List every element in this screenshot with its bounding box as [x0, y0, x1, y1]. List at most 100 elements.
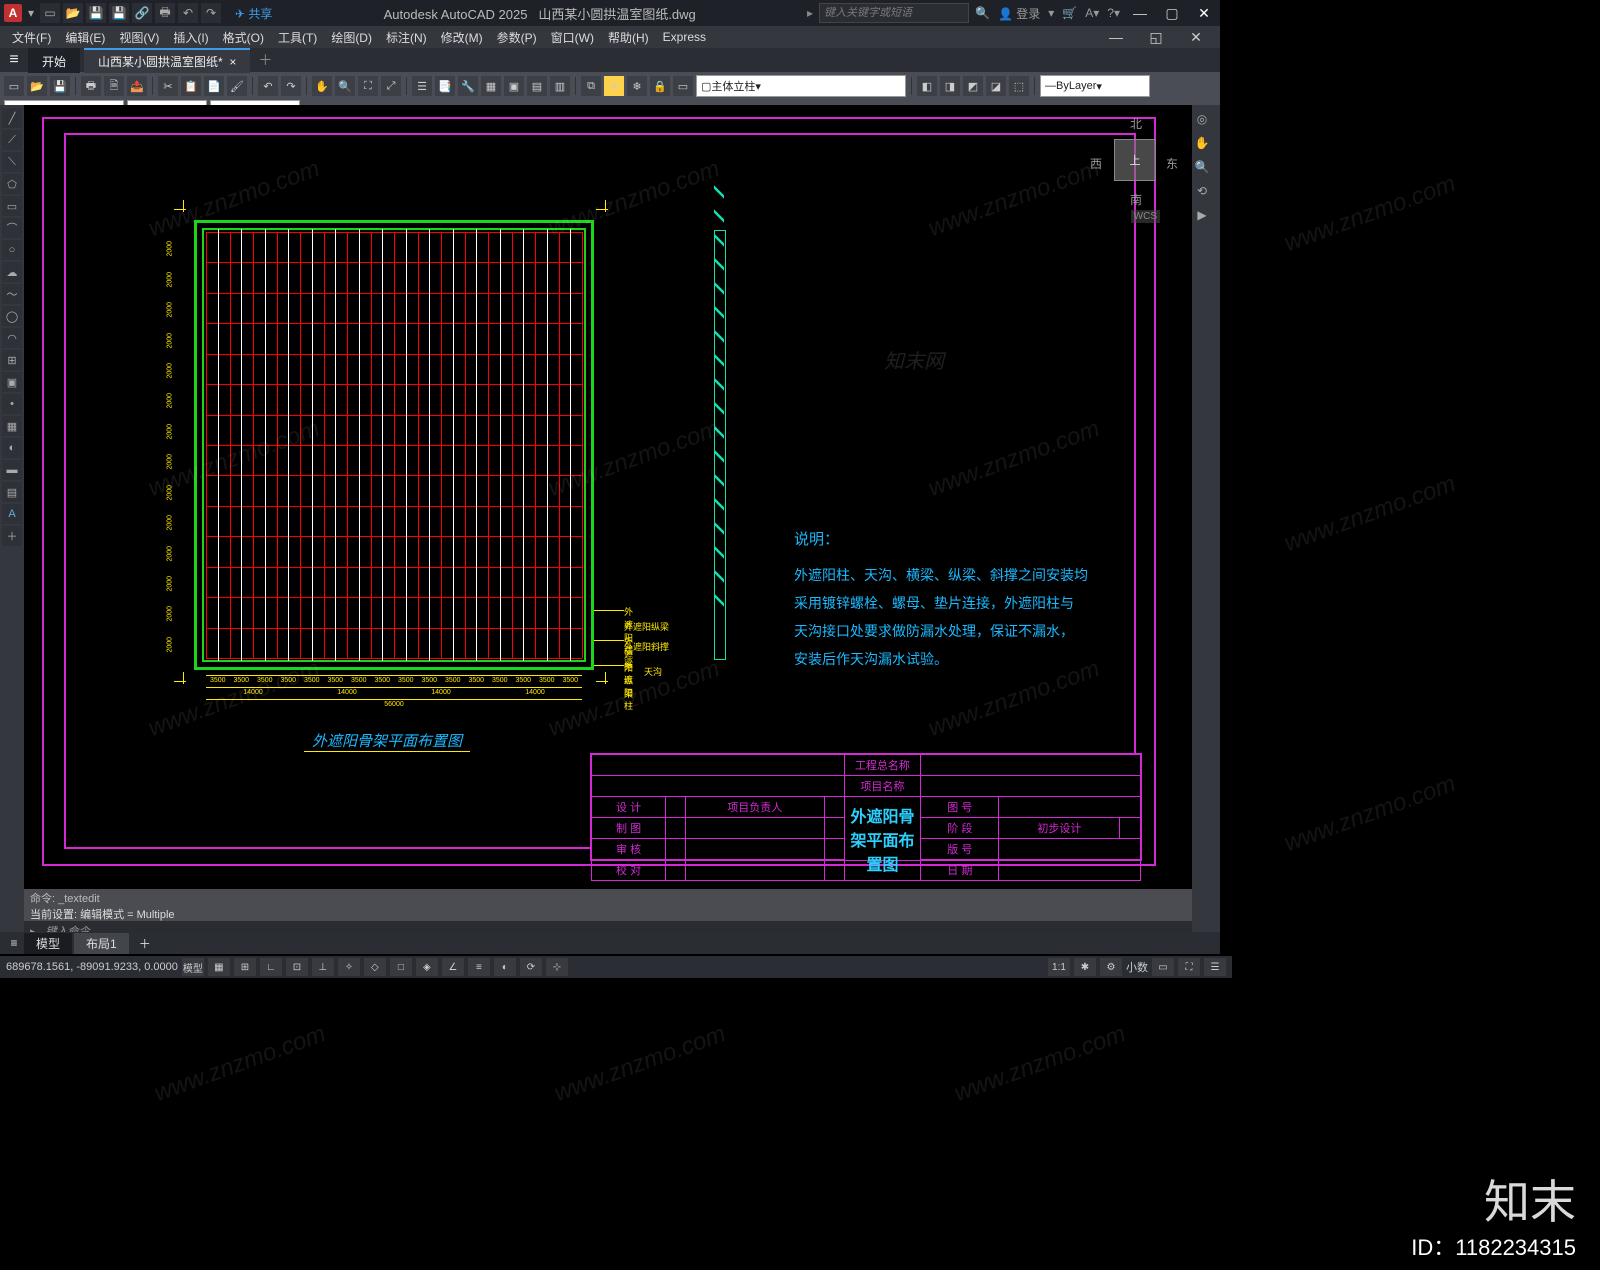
sb-units[interactable]: 小数 [1126, 959, 1148, 975]
rb-save-icon[interactable]: 💾 [50, 76, 70, 96]
rb-layeriso-icon[interactable]: ◧ [917, 76, 937, 96]
sb-model-button[interactable]: 模型 [182, 958, 204, 976]
sb-anno-icon[interactable]: ✱ [1074, 958, 1096, 976]
open-icon[interactable]: 📂 [63, 3, 83, 23]
search-icon[interactable]: 🔍 [975, 6, 990, 20]
hatch-icon[interactable]: ▦ [2, 416, 22, 436]
sb-iso-icon[interactable]: ◇ [364, 958, 386, 976]
cart-icon[interactable]: 🛒 [1062, 6, 1077, 20]
sb-gear-icon[interactable]: ⚙ [1100, 958, 1122, 976]
addsel-icon[interactable]: ＋ [2, 526, 22, 546]
share-button[interactable]: ✈ 共享 [235, 5, 272, 22]
rb-open-icon[interactable]: 📂 [27, 76, 47, 96]
mtext-icon[interactable]: A [2, 504, 22, 524]
rb-undo2-icon[interactable]: ↶ [258, 76, 278, 96]
rb-block-icon[interactable]: ▣ [504, 76, 524, 96]
sb-ortho-icon[interactable]: ⊥ [312, 958, 334, 976]
showmotion-icon[interactable]: ▶ [1192, 205, 1212, 225]
rb-preview-icon[interactable]: 🗎 [104, 76, 124, 96]
sb-infer-icon[interactable]: ∟ [260, 958, 282, 976]
point-icon[interactable]: • [2, 394, 22, 414]
rectangle-icon[interactable]: ▭ [2, 196, 22, 216]
menu-params[interactable]: 参数(P) [491, 27, 543, 48]
drawing-canvas[interactable]: 北 南 东 西 上 WCS 20002000200020002000200020… [24, 105, 1192, 889]
sb-scale-icon[interactable]: 1:1 [1048, 958, 1070, 976]
menu-window[interactable]: 窗口(W) [545, 27, 600, 48]
revcloud-icon[interactable]: ☁ [2, 262, 22, 282]
pline-icon[interactable]: ⟍ [2, 152, 22, 172]
viewcube-top[interactable]: 上 [1115, 140, 1155, 180]
xline-icon[interactable]: ⟋ [2, 130, 22, 150]
sb-ucs-icon[interactable]: ⊹ [546, 958, 568, 976]
rb-tool-icon[interactable]: 🔧 [458, 76, 478, 96]
saveas-icon[interactable]: 💾 [109, 3, 129, 23]
undo-icon[interactable]: ↶ [178, 3, 198, 23]
rb-calc-icon[interactable]: ▦ [481, 76, 501, 96]
rb-layerfrz-icon[interactable]: ◨ [940, 76, 960, 96]
plot-icon[interactable]: 🖶 [155, 3, 175, 23]
rb-aec-icon[interactable]: ▤ [527, 76, 547, 96]
rb-layeron-icon[interactable]: ◪ [986, 76, 1006, 96]
command-window[interactable]: 命令: _textedit 当前设置: 编辑模式 = Multiple 选择注释… [24, 889, 1192, 932]
sb-lwt-icon[interactable]: ≡ [468, 958, 490, 976]
circle-icon[interactable]: ○ [2, 240, 22, 260]
close-button[interactable]: ✕ [1192, 3, 1216, 23]
orbit-icon[interactable]: ⟲ [1192, 181, 1212, 201]
viewcube-south[interactable]: 南 [1130, 191, 1142, 208]
menu-file[interactable]: 文件(F) [6, 27, 57, 48]
viewcube-north[interactable]: 北 [1130, 115, 1142, 132]
layout-model[interactable]: 模型 [24, 933, 72, 954]
rb-layermatch-icon[interactable]: ⬚ [1009, 76, 1029, 96]
help-icon[interactable]: ?▾ [1107, 6, 1120, 20]
wheel-icon[interactable]: ◎ [1192, 109, 1212, 129]
maximize-button[interactable]: ▢ [1160, 3, 1184, 23]
minimize-button[interactable]: — [1128, 3, 1152, 23]
rb-layeroff-icon[interactable]: ◩ [963, 76, 983, 96]
rb-redo2-icon[interactable]: ↷ [281, 76, 301, 96]
rb-publish-icon[interactable]: 📤 [127, 76, 147, 96]
sb-custom-icon[interactable]: ☰ [1204, 958, 1226, 976]
sb-clean-icon[interactable]: ⛶ [1178, 958, 1200, 976]
layout-menu-icon[interactable]: ≡ [4, 936, 24, 950]
help-search-input[interactable]: 键入关键字或短语 [819, 3, 969, 23]
rb-match-icon[interactable]: 🖌 [227, 76, 247, 96]
rb-sun-icon[interactable]: ☀ [604, 76, 624, 96]
ellipse-icon[interactable]: ◯ [2, 306, 22, 326]
tab-add-button[interactable]: ＋ [250, 50, 280, 70]
weblink-icon[interactable]: 🔗 [132, 3, 152, 23]
tab-start[interactable]: 开始 [28, 48, 80, 73]
viewcube-west[interactable]: 西 [1090, 155, 1102, 172]
doctab-menu-icon[interactable]: ≡ [4, 51, 24, 69]
new-icon[interactable]: ▭ [40, 3, 60, 23]
zoom-tool-icon[interactable]: 🔍 [1192, 157, 1212, 177]
layout-add-button[interactable]: ＋ [131, 935, 159, 952]
polygon-icon[interactable]: ⬠ [2, 174, 22, 194]
sb-cycle-icon[interactable]: ⟳ [520, 958, 542, 976]
ext-icon[interactable]: ▾ [1048, 6, 1054, 20]
rb-pan-icon[interactable]: ✋ [312, 76, 332, 96]
sb-trans-icon[interactable]: ◐ [494, 958, 516, 976]
tab-active-document[interactable]: 山西某小圆拱温室图纸* × [84, 48, 250, 73]
layout-1[interactable]: 布局1 [74, 933, 129, 954]
rb-print-icon[interactable]: 🖶 [81, 76, 101, 96]
rb-sheet-icon[interactable]: 📑 [435, 76, 455, 96]
menu-help[interactable]: 帮助(H) [602, 27, 655, 48]
block-icon[interactable]: ▣ [2, 372, 22, 392]
menu-dimension[interactable]: 标注(N) [380, 27, 433, 48]
rb-cut-icon[interactable]: ✂ [158, 76, 178, 96]
doc-restore-button[interactable]: ◱ [1138, 25, 1174, 49]
rb-zoomwin-icon[interactable]: ⛶ [358, 76, 378, 96]
region-icon[interactable]: ▬ [2, 460, 22, 480]
rb-freeze-icon[interactable]: ❄ [627, 76, 647, 96]
line-icon[interactable]: ╱ [2, 108, 22, 128]
menu-edit[interactable]: 编辑(E) [59, 27, 111, 48]
pan-tool-icon[interactable]: ✋ [1192, 133, 1212, 153]
redo-icon[interactable]: ↷ [201, 3, 221, 23]
sb-polar-icon[interactable]: ✧ [338, 958, 360, 976]
sb-dyn-icon[interactable]: ⊡ [286, 958, 308, 976]
menu-modify[interactable]: 修改(M) [435, 27, 489, 48]
save-icon[interactable]: 💾 [86, 3, 106, 23]
linetype-combo[interactable]: — ByLayer ▾ [1040, 75, 1150, 97]
sb-grid-icon[interactable]: ▦ [208, 958, 230, 976]
sb-snap-icon[interactable]: ⊞ [234, 958, 256, 976]
